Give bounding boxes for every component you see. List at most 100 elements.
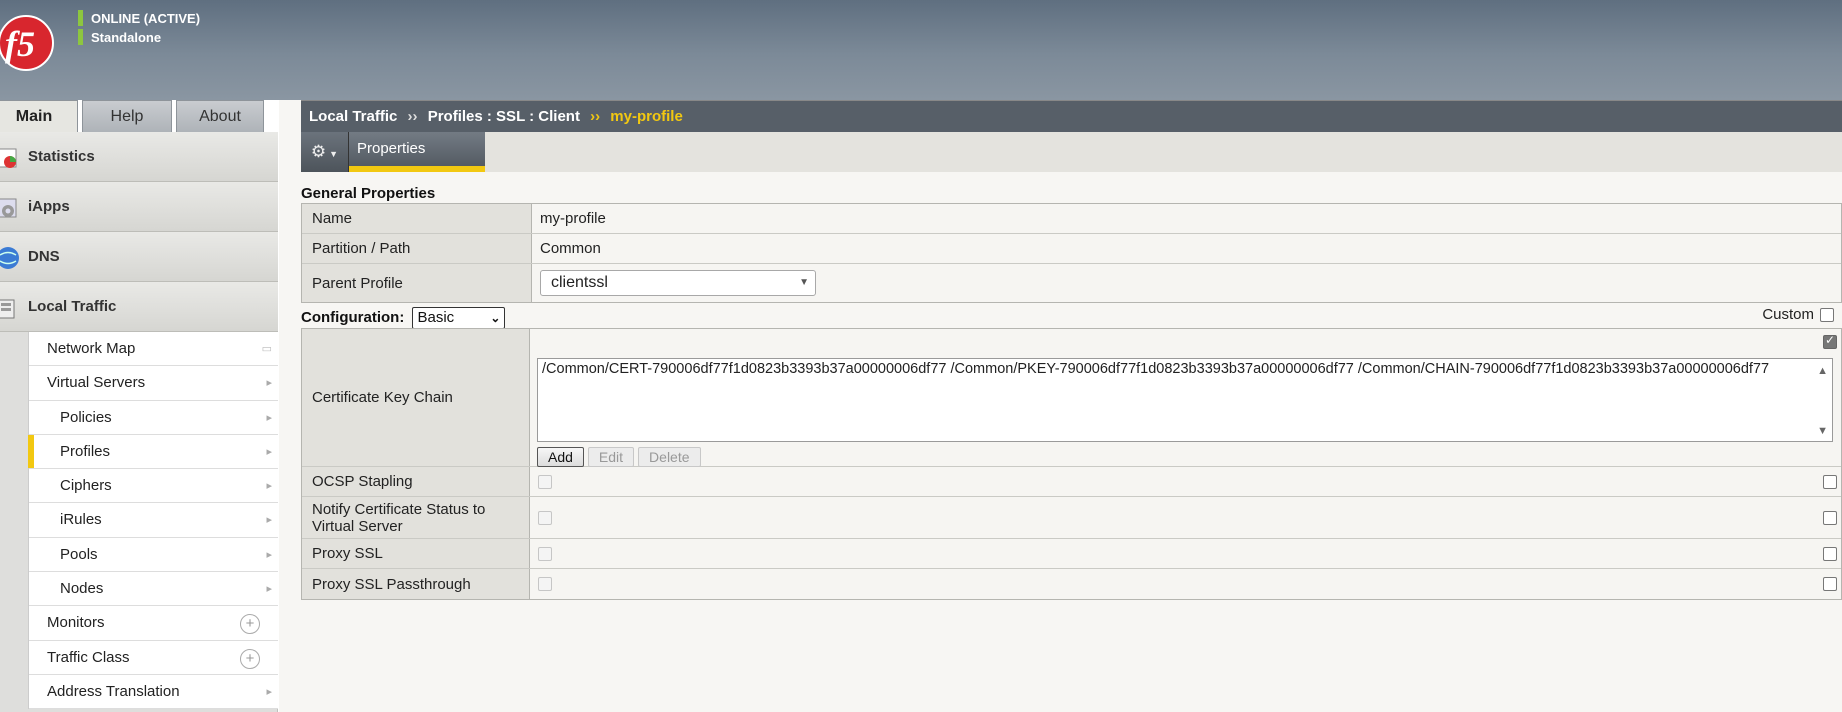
selected-indicator	[28, 434, 34, 469]
chevron-right-icon: ▸	[266, 685, 272, 698]
nav-item-virtual-servers[interactable]: Virtual Servers ▸	[29, 366, 278, 401]
row-ocsp-stapling: OCSP Stapling	[302, 467, 1841, 497]
row-partition: Partition / Path Common	[302, 234, 1841, 264]
proxy-ssl-passthrough-custom-checkbox[interactable]	[1823, 577, 1837, 591]
add-button[interactable]: Add	[537, 447, 584, 467]
breadcrumb-profiles-ssl-client[interactable]: Profiles : SSL : Client	[428, 108, 580, 125]
nav-item-label: Pools	[60, 545, 98, 563]
certificate-key-chain-actions: Add Edit Delete	[537, 447, 701, 467]
nav-item-label: Virtual Servers	[47, 374, 146, 392]
nav-item-profiles[interactable]: Profiles ▸	[28, 434, 278, 470]
add-circle-icon[interactable]: +	[240, 614, 260, 635]
chevron-right-icon: ▸	[266, 583, 272, 596]
nav-item-pools[interactable]: Pools ▸	[29, 537, 278, 573]
nav-item-ciphers[interactable]: Ciphers ▸	[29, 469, 278, 504]
chevron-right-icon: ▸	[266, 377, 272, 390]
chevron-right-icon: ▸	[266, 480, 272, 493]
nav-item-label: Address Translation	[47, 682, 180, 700]
proxy-ssl-checkbox[interactable]	[538, 546, 552, 561]
tab-help[interactable]: Help	[82, 100, 172, 132]
scroll-down-icon[interactable]: ▼	[1817, 425, 1828, 437]
notify-certificate-status-custom-checkbox[interactable]	[1823, 510, 1837, 525]
gear-menu-button[interactable]: ⚙ ▼	[301, 132, 349, 172]
custom-checkbox[interactable]	[1820, 307, 1834, 322]
proxy-ssl-cell	[530, 539, 1841, 568]
general-properties-table: Name my-profile Partition / Path Common …	[301, 203, 1842, 303]
certificate-key-chain-list[interactable]: /Common/CERT-790006df77f1d0823b3393b37a0…	[537, 358, 1833, 442]
nav-item-label: Traffic Class	[47, 648, 130, 666]
breadcrumb-separator: ››	[590, 108, 601, 125]
nav-statistics-label: Statistics	[28, 148, 95, 165]
local-traffic-submenu: Network Map ▭ Virtual Servers ▸ Policies…	[28, 332, 278, 710]
nav-item-irules[interactable]: iRules ▸	[29, 503, 278, 538]
parent-profile-label: Parent Profile	[302, 264, 532, 302]
nav-item-traffic-class[interactable]: Traffic Class +	[29, 640, 278, 675]
certificate-key-chain-custom-checkbox[interactable]	[1823, 333, 1837, 349]
tab-properties[interactable]: Properties	[349, 132, 485, 172]
proxy-ssl-custom-checkbox[interactable]	[1823, 546, 1837, 561]
name-value: my-profile	[532, 204, 1841, 233]
tab-about[interactable]: About	[176, 100, 264, 132]
certificate-key-chain-entry[interactable]: /Common/CERT-790006df77f1d0823b3393b37a0…	[542, 361, 1769, 377]
dropdown-arrow-icon: ▼	[799, 277, 809, 288]
parent-profile-value: clientssl	[551, 274, 608, 291]
nav-statistics[interactable]: Statistics	[0, 132, 278, 182]
row-proxy-ssl-passthrough: Proxy SSL Passthrough	[302, 569, 1841, 599]
configuration-header: Configuration: Basic ⌄	[301, 307, 506, 329]
breadcrumb-separator: ››	[407, 108, 418, 125]
custom-label: Custom	[1762, 306, 1814, 323]
nav-item-nodes[interactable]: Nodes ▸	[29, 572, 278, 607]
caret-down-icon: ▼	[329, 149, 339, 159]
mode-text: Standalone	[91, 29, 162, 45]
nav-item-label: Policies	[60, 408, 112, 426]
ocsp-stapling-checkbox[interactable]	[538, 474, 552, 489]
nav-local-traffic-label: Local Traffic	[28, 298, 117, 315]
nav-item-address-translation[interactable]: Address Translation ▸	[29, 674, 278, 710]
row-name: Name my-profile	[302, 204, 1841, 234]
chevron-right-icon: ▸	[266, 514, 272, 527]
chevron-right-icon: ▸	[266, 548, 272, 561]
notify-certificate-status-label: Notify Certificate Status to Virtual Ser…	[302, 497, 530, 538]
nav-item-label: Monitors	[47, 614, 105, 632]
breadcrumb-current: my-profile	[610, 108, 683, 125]
configuration-label: Configuration:	[301, 308, 405, 326]
statistics-icon	[0, 148, 17, 168]
left-navigation: Statistics iApps DNS Local Traffic Netwo…	[0, 132, 278, 712]
f5-logo[interactable]: f5	[0, 12, 58, 74]
nav-item-monitors[interactable]: Monitors +	[29, 606, 278, 641]
nav-item-label: Ciphers	[60, 477, 112, 495]
nav-item-policies[interactable]: Policies ▸	[29, 400, 278, 435]
parent-profile-cell: clientssl ▼	[532, 264, 1841, 302]
nav-item-network-map[interactable]: Network Map ▭	[29, 332, 278, 367]
local-traffic-icon	[0, 299, 15, 319]
ocsp-stapling-custom-checkbox[interactable]	[1823, 474, 1837, 489]
configuration-mode-select[interactable]: Basic ⌄	[412, 307, 506, 329]
svg-text:f5: f5	[5, 24, 35, 64]
gear-icon: ⚙	[310, 142, 327, 161]
breadcrumb-local-traffic[interactable]: Local Traffic	[309, 108, 397, 125]
row-proxy-ssl: Proxy SSL	[302, 539, 1841, 569]
edit-button[interactable]: Edit	[587, 447, 635, 467]
nav-iapps[interactable]: iApps	[0, 182, 278, 232]
mode-indicator	[78, 29, 83, 45]
delete-button[interactable]: Delete	[638, 447, 701, 467]
notify-certificate-status-checkbox[interactable]	[538, 510, 552, 525]
tab-main[interactable]: Main	[0, 100, 78, 134]
scroll-up-icon[interactable]: ▲	[1817, 365, 1828, 377]
iapps-icon	[0, 198, 17, 218]
external-window-icon: ▭	[261, 343, 272, 355]
status-online: ONLINE (ACTIVE)	[78, 10, 200, 26]
proxy-ssl-passthrough-checkbox[interactable]	[538, 577, 552, 591]
configuration-mode-value: Basic	[417, 309, 455, 326]
status-mode: Standalone	[78, 29, 161, 45]
nav-iapps-label: iApps	[28, 198, 70, 215]
parent-profile-select[interactable]: clientssl ▼	[540, 270, 816, 296]
nav-local-traffic[interactable]: Local Traffic	[0, 282, 278, 332]
nav-dns[interactable]: DNS	[0, 232, 278, 282]
proxy-ssl-passthrough-label: Proxy SSL Passthrough	[302, 569, 530, 599]
row-parent-profile: Parent Profile clientssl ▼	[302, 264, 1841, 302]
add-circle-icon[interactable]: +	[240, 648, 260, 669]
ocsp-stapling-cell	[530, 467, 1841, 496]
proxy-ssl-label: Proxy SSL	[302, 539, 530, 568]
nav-item-label: iRules	[60, 511, 102, 529]
